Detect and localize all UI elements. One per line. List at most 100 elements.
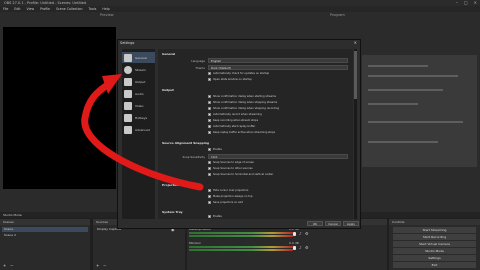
volume-slider[interactable] [293,232,296,236]
auto-replay-buffer-checkbox[interactable]: Automatically start replay buffer [208,125,255,128]
cancel-button[interactable]: Cancel [325,221,341,226]
sidebar-item-advanced[interactable]: Advanced [122,124,155,135]
section-system-tray: System Tray [162,210,183,214]
projectors-on-top-checkbox[interactable]: Make projectors always on top [208,195,253,198]
mixer-channel-name: Mic/Aux [189,241,201,245]
scenes-title: Scenes [0,219,90,225]
confirm-start-stream-checkbox[interactable]: Show confirmation dialog when starting s… [208,95,276,98]
confirm-stop-recording-checkbox[interactable]: Show confirmation dialog when stopping r… [208,107,279,110]
add-icon[interactable]: + [3,263,6,268]
checkbox-box [208,113,211,116]
theme-select[interactable]: Dark (Default) [208,65,348,70]
tray-enable-checkbox[interactable]: Enable [208,215,222,218]
gear-icon[interactable]: ⚙ [305,245,309,250]
checkbox-box [208,161,211,164]
sidebar-item-video[interactable]: Video [122,100,155,111]
speaker-icon [124,89,132,98]
wrench-icon [124,125,132,134]
checkbox-label: Enable [213,148,222,151]
checkbox-label: Make projectors always on top [213,195,253,198]
checkbox-label: Automatically record when streaming [213,113,262,116]
keep-recording-checkbox[interactable]: Keep recording when stream stops [208,119,258,122]
scrollbar-thumb[interactable] [354,51,357,99]
scenes-dock: Scenes Scene Scene 2 + − [0,219,90,270]
settings-title: Settings [120,41,135,45]
ok-button[interactable]: OK [307,221,323,226]
checkbox-box [208,101,211,104]
language-label: Language [191,59,205,63]
program-content-line [368,103,418,105]
sidebar-item-label: Audio [135,91,144,96]
auto-record-checkbox[interactable]: Automatically record when streaming [208,113,262,116]
remove-icon[interactable]: − [10,263,13,268]
snap-edge-checkbox[interactable]: Snap Sources to edge of screen [208,161,254,164]
keyboard-icon [124,113,132,122]
preview-label: Preview [100,13,114,17]
start-streaming-button[interactable]: Start Streaming [393,227,476,233]
checkbox-label: Snap Sources to horizontal and vertical … [213,173,274,176]
scene-item[interactable]: Scene [2,227,88,232]
sidebar-item-label: General [135,55,147,60]
program-content-line [368,89,443,91]
snap-sensitivity-spinbox[interactable]: 10.0 [208,154,348,159]
hide-cursor-checkbox[interactable]: Hide cursor over projectors [208,189,248,192]
confirm-stop-stream-checkbox[interactable]: Show confirmation dialog when stopping s… [208,101,277,104]
sidebar-item-hotkeys[interactable]: Hotkeys [122,112,155,123]
section-output: Output [162,88,174,92]
enable-snapping-checkbox[interactable]: Enable [208,148,222,151]
sidebar-item-general[interactable]: General [122,52,155,63]
volume-meter [189,232,293,234]
checkbox-box [208,148,211,151]
scene-item[interactable]: Scene 2 [2,233,88,238]
gear-icon[interactable]: ⚙ [305,231,309,236]
program-content-line [368,141,438,143]
apply-button[interactable]: Apply [343,221,359,226]
save-projectors-checkbox[interactable]: Save projectors on exit [208,201,243,204]
exit-button[interactable]: Exit [393,262,476,268]
theme-label: Theme [195,66,205,70]
checkbox-box [208,167,211,170]
keep-replay-buffer-checkbox[interactable]: Keep replay buffer active when streaming… [208,131,275,134]
checkbox-label: Keep recording when stream stops [213,119,259,122]
start-virtual-camera-button[interactable]: Start Virtual Camera [393,241,476,247]
preview-canvas[interactable] [3,27,116,189]
settings-button[interactable]: Settings [393,255,476,261]
volume-meter [189,249,293,251]
section-snapping: Source Alignment Snapping [162,141,210,145]
checkbox-box [208,78,211,81]
checkbox-box [208,131,211,134]
program-canvas[interactable] [362,55,477,167]
checkbox-box [208,195,211,198]
snap-center-checkbox[interactable]: Snap Sources to horizontal and vertical … [208,173,273,176]
speaker-icon[interactable]: ♪ [299,245,302,250]
start-recording-button[interactable]: Start Recording [393,234,476,240]
close-icon[interactable]: × [354,40,357,46]
checkbox-label: Automatically start replay buffer [213,125,256,128]
checkbox-label: Show confirmation dialog when stopping r… [213,107,279,110]
sidebar-item-stream[interactable]: Stream [122,64,155,75]
remove-icon[interactable]: − [103,263,106,268]
checkbox-label: Automatically check for updates on start… [213,72,270,75]
program-content-line [368,121,463,123]
language-select[interactable]: English [208,58,348,63]
checkbox-box [208,125,211,128]
snap-sensitivity-label: Snap Sensitivity [182,155,206,159]
checkbox-box [208,173,211,176]
stats-on-startup-checkbox[interactable]: Open stats window on startup [208,78,252,81]
mixer-channel-db: 0.0 dB [289,241,299,245]
check-updates-checkbox[interactable]: Automatically check for updates on start… [208,72,269,75]
snap-sources-checkbox[interactable]: Snap Sources to other sources [208,167,253,170]
program-label: Program [330,13,345,17]
checkbox-box [208,189,211,192]
volume-slider[interactable] [293,246,296,250]
sidebar-item-audio[interactable]: Audio [122,88,155,99]
program-content-line [368,75,458,77]
speaker-icon[interactable]: ♪ [299,231,302,236]
checkbox-label: Snap Sources to edge of screen [213,161,255,164]
checkbox-label: Snap Sources to other sources [213,167,253,170]
studio-mode-button[interactable]: Studio Mode [393,248,476,254]
volume-meter [189,246,293,248]
checkbox-box [208,119,211,122]
sidebar-item-output[interactable]: Output [122,76,155,87]
add-icon[interactable]: + [96,263,99,268]
